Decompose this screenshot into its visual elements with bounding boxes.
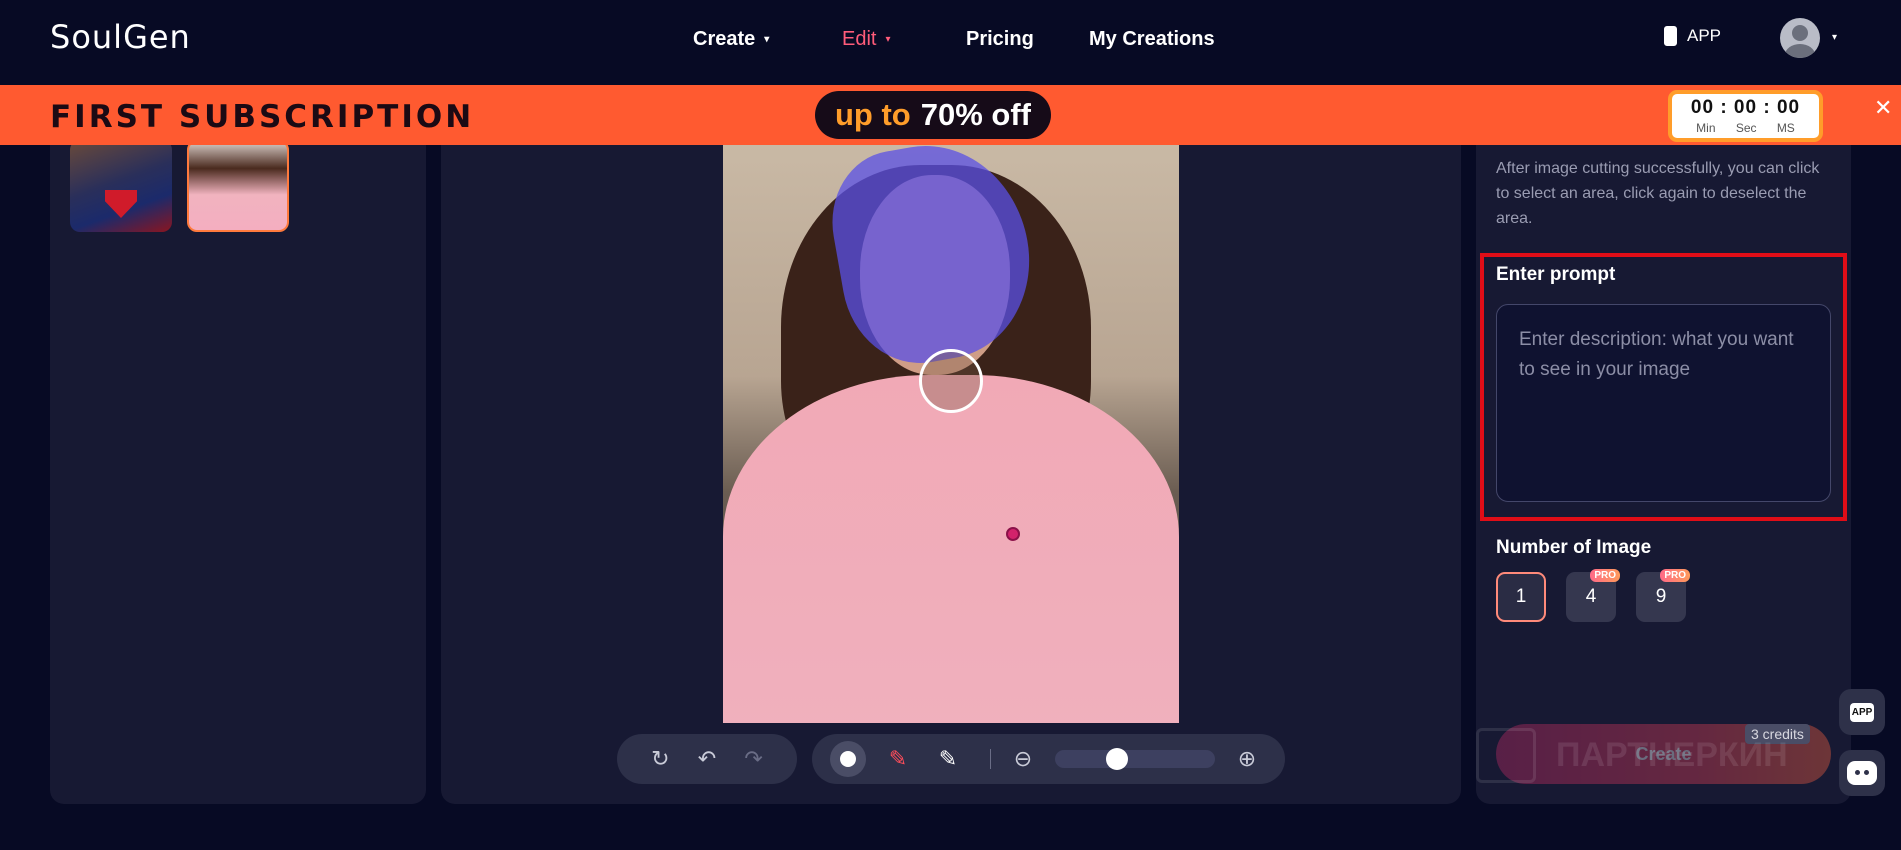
image-count-value: 1	[1515, 586, 1527, 607]
selection-hint: After image cutting successfully, you ca…	[1496, 160, 1820, 227]
promo-title: FIRST SUBSCRIPTION	[50, 99, 475, 135]
zoom-out-icon[interactable]: ⊖	[1005, 741, 1041, 777]
user-avatar[interactable]	[1780, 18, 1820, 58]
history-thumbnail-selected[interactable]	[187, 140, 289, 232]
brush-size-dot-icon[interactable]	[830, 741, 866, 777]
top-navigation-bar: SoulGen Create ▾ Edit ▾ Pricing My Creat…	[0, 0, 1901, 85]
caret-down-icon: ▾	[764, 34, 770, 45]
image-sweater	[723, 375, 1179, 723]
image-count-value: 4	[1585, 586, 1597, 607]
chevron-down-icon[interactable]: ▾	[1832, 32, 1837, 43]
brush-cursor	[919, 349, 983, 413]
zoom-slider-handle[interactable]	[1106, 748, 1129, 770]
promo-pill-discount: 70% off	[920, 97, 1031, 132]
nav-edit-label: Edit	[842, 28, 877, 50]
promo-pill-prefix: up to	[835, 97, 911, 132]
phone-icon	[1664, 26, 1677, 46]
soulgen-logo[interactable]: SoulGen	[50, 18, 191, 56]
promo-banner: FIRST SUBSCRIPTION up to 70% off 00 : 00…	[0, 85, 1901, 145]
pro-badge: PRO	[1590, 569, 1620, 582]
timer-digits: 00 : 00 : 00	[1690, 97, 1801, 118]
nav-my-creations[interactable]: My Creations	[1089, 28, 1215, 51]
timer-units: Min Sec MS	[1672, 121, 1819, 135]
nav-edit[interactable]: Edit ▾	[842, 28, 891, 51]
caret-down-icon: ▾	[885, 34, 891, 45]
history-thumbnail[interactable]	[70, 140, 172, 232]
undo-icon[interactable]: ↶	[689, 741, 725, 777]
timer-unit-sec: Sec	[1735, 121, 1757, 135]
pro-badge: PRO	[1660, 569, 1690, 582]
image-count-label: Number of Image	[1496, 537, 1652, 558]
zoom-slider[interactable]	[1055, 748, 1215, 770]
history-toolbar: ↻ ↶ ↷	[617, 734, 797, 784]
nav-create[interactable]: Create ▾	[693, 28, 769, 51]
divider	[990, 749, 991, 769]
zoom-in-icon[interactable]: ⊕	[1229, 741, 1265, 777]
watermark-logo-icon	[1476, 727, 1536, 783]
watermark: ПАРТНЕРКИН	[1476, 720, 1846, 790]
chat-bot-icon	[1847, 761, 1877, 785]
image-count-1-button[interactable]: 1	[1496, 572, 1546, 622]
timer-unit-min: Min	[1696, 121, 1716, 135]
floating-app-button[interactable]: APP	[1839, 689, 1885, 735]
app-download-link[interactable]: APP	[1664, 26, 1721, 46]
image-button	[1006, 527, 1020, 541]
brush-add-icon[interactable]: ✎	[880, 741, 916, 777]
redo-icon[interactable]: ↷	[736, 741, 772, 777]
promo-discount-pill[interactable]: up to 70% off	[815, 91, 1051, 139]
app-badge-icon: APP	[1849, 702, 1875, 722]
history-panel	[50, 120, 426, 804]
watermark-text: ПАРТНЕРКИН	[1556, 735, 1788, 774]
brush-erase-icon[interactable]: ✎	[930, 741, 966, 777]
floating-chat-button[interactable]	[1839, 750, 1885, 796]
nav-pricing[interactable]: Pricing	[966, 28, 1034, 51]
edit-canvas-image[interactable]	[723, 145, 1179, 723]
rotate-icon[interactable]: ↻	[642, 741, 678, 777]
app-link-label: APP	[1687, 26, 1722, 45]
prompt-label: Enter prompt	[1496, 264, 1616, 285]
prompt-input[interactable]	[1496, 304, 1831, 502]
image-count-9-button[interactable]: 9 PRO	[1636, 569, 1690, 622]
nav-create-label: Create	[693, 28, 756, 50]
image-count-value: 9	[1655, 586, 1667, 607]
countdown-timer: 00 : 00 : 00 Min Sec MS	[1668, 90, 1823, 142]
brush-toolbar: ✎ ✎ ⊖ ⊕	[812, 734, 1285, 784]
close-icon[interactable]: ✕	[1874, 95, 1892, 121]
timer-unit-ms: MS	[1776, 121, 1795, 135]
image-count-4-button[interactable]: 4 PRO	[1566, 569, 1620, 622]
